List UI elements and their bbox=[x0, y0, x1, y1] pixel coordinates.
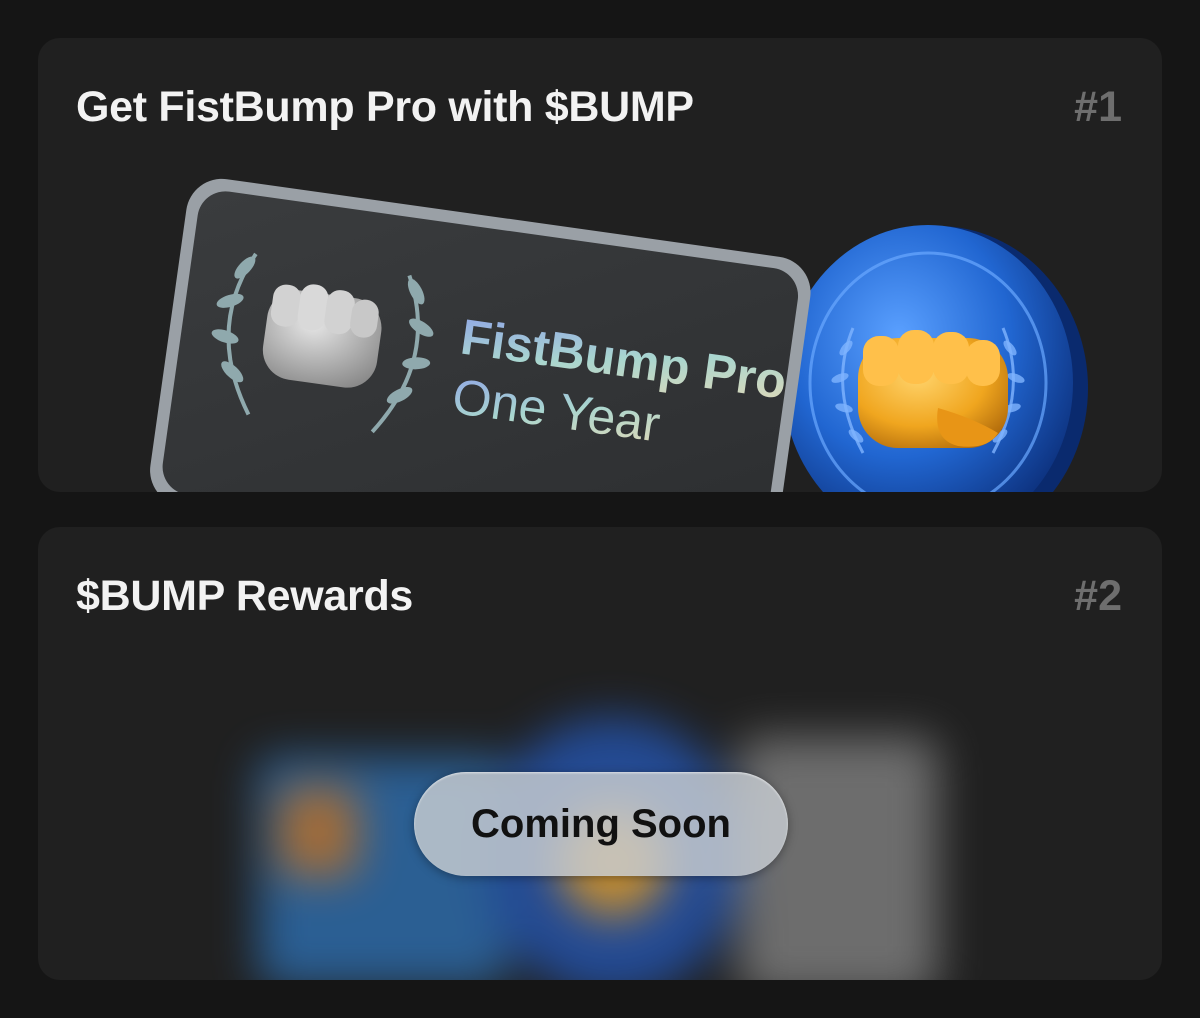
pro-offer-card[interactable]: Get FistBump Pro with $BUMP #1 FistBump … bbox=[38, 38, 1162, 492]
coming-soon-badge: Coming Soon bbox=[414, 772, 788, 876]
rewards-card[interactable]: $BUMP Rewards #2 Coming Soon bbox=[38, 527, 1162, 980]
card-title: $BUMP Rewards bbox=[76, 572, 414, 620]
card-rank: #2 bbox=[1074, 572, 1122, 620]
fist-bump-icon bbox=[858, 330, 1008, 448]
card-rank: #1 bbox=[1074, 83, 1122, 131]
card-title: Get FistBump Pro with $BUMP bbox=[76, 83, 694, 131]
pro-ticket-graphic: FistBump Pro One Year bbox=[150, 178, 811, 492]
